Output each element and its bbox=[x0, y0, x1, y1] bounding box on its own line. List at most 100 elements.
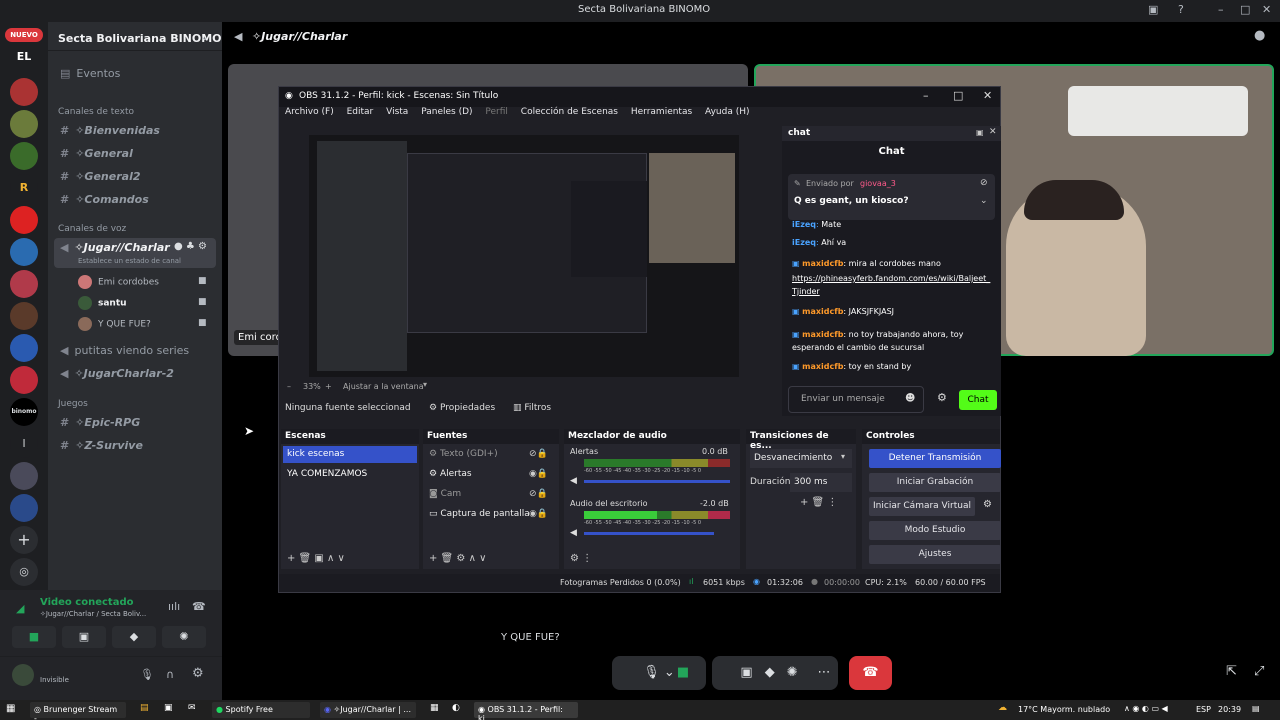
server-icon[interactable]: R bbox=[10, 174, 38, 202]
help-icon[interactable]: ? bbox=[1178, 3, 1184, 16]
menu-herramientas[interactable]: Herramientas bbox=[631, 107, 692, 117]
voice-channel[interactable]: ◀ ✧JugarCharlar-2 bbox=[60, 367, 174, 380]
voice-user[interactable]: santu bbox=[78, 296, 127, 310]
text-channel[interactable]: # ✧Bienvenidas bbox=[60, 124, 160, 137]
chat-user[interactable]: iEzeq bbox=[792, 238, 816, 247]
headphones-icon[interactable]: ∩ bbox=[166, 668, 174, 681]
maximize-icon[interactable]: □ bbox=[1240, 3, 1250, 16]
discover-icon[interactable]: ◎ bbox=[10, 558, 38, 586]
screen-share-button[interactable]: ▣ bbox=[62, 626, 106, 648]
inbox-icon[interactable]: ▣ bbox=[1148, 3, 1158, 16]
chat-user[interactable]: maxidcfb bbox=[802, 330, 843, 339]
scene-item[interactable]: YA COMENZAMOS bbox=[283, 466, 417, 483]
close-icon[interactable]: ✕ bbox=[983, 89, 992, 102]
add-icon[interactable]: + 🗑 ⋮ bbox=[800, 497, 837, 508]
server-name[interactable]: Secta Bolivariana BINOMO bbox=[58, 32, 222, 45]
voice-channel-active[interactable]: ◀ ✧Jugar//Charlar bbox=[60, 241, 170, 254]
taskbar-item[interactable]: ◉ ✧Jugar//Charlar | ... bbox=[320, 702, 416, 718]
server-icon[interactable] bbox=[10, 494, 38, 522]
gear-icon[interactable]: ⚙ bbox=[192, 666, 204, 681]
popout-icon[interactable]: ⇱ bbox=[1226, 664, 1237, 679]
text-channel[interactable]: # ✧General bbox=[60, 147, 133, 160]
store-icon[interactable]: ▣ bbox=[164, 703, 173, 713]
camera-control[interactable]: ■ bbox=[660, 656, 706, 690]
noise-icon[interactable]: ıılı bbox=[168, 600, 180, 613]
screen-share-icon[interactable]: ▣ bbox=[740, 665, 764, 680]
pinned-message[interactable]: ✎ Enviado por giovaa_3 Q es geant, un ki… bbox=[788, 174, 995, 220]
speaker-icon[interactable]: ◀ bbox=[570, 476, 577, 486]
text-channel[interactable]: # ✧Z-Survive bbox=[60, 439, 143, 452]
server-icon[interactable] bbox=[10, 206, 38, 234]
transition-select[interactable]: Desvanecimiento bbox=[750, 449, 852, 468]
more-icon[interactable]: ⋯ bbox=[810, 656, 838, 690]
channel-status-hint[interactable]: Establece un estado de canal bbox=[78, 257, 181, 265]
chat-link[interactable]: https://phineasyferb.fandom.com/es/wiki/… bbox=[792, 272, 992, 298]
volume-slider[interactable] bbox=[584, 532, 714, 535]
tray-icons[interactable]: ∧ ◉ ◐ ▭ ◀ bbox=[1124, 704, 1168, 713]
games-category[interactable]: Juegos bbox=[58, 399, 88, 409]
undock-icon[interactable]: ▣ bbox=[976, 128, 984, 137]
obs-preview[interactable] bbox=[309, 135, 739, 377]
source-item[interactable]: ◙ Cam bbox=[429, 489, 461, 499]
chat-user[interactable]: maxidcfb bbox=[802, 362, 843, 371]
server-icon[interactable] bbox=[10, 270, 38, 298]
start-recording-button[interactable]: Iniciar Grabación bbox=[869, 473, 1001, 492]
activity-button[interactable]: ◆ bbox=[112, 626, 156, 648]
voice-status-subtitle[interactable]: ✧Jugar//Charlar / Secta Boliv... bbox=[40, 610, 146, 618]
stop-stream-button[interactable]: Detener Transmisión bbox=[869, 449, 1001, 468]
notification-icon[interactable]: ▤ bbox=[1252, 704, 1260, 713]
menu-ayuda[interactable]: Ayuda (H) bbox=[705, 107, 749, 117]
minimize-icon[interactable]: – bbox=[1218, 3, 1224, 16]
filters-button[interactable]: ▥ Filtros bbox=[513, 403, 551, 413]
server-icon[interactable] bbox=[10, 302, 38, 330]
settings-button[interactable]: Ajustes bbox=[869, 545, 1001, 564]
text-channel[interactable]: # ✧General2 bbox=[60, 170, 141, 183]
speaker-icon[interactable]: ◀ bbox=[570, 528, 577, 538]
mail-icon[interactable]: ✉ bbox=[188, 703, 196, 713]
visibility-icon[interactable]: ⊘🔒 bbox=[529, 489, 548, 499]
add-icon[interactable]: + 🗑 ▣ ∧ ∨ bbox=[287, 553, 345, 564]
close-icon[interactable]: ✕ bbox=[1262, 3, 1271, 16]
text-channel[interactable]: # ✧Epic-RPG bbox=[60, 416, 140, 429]
advanced-audio-icon[interactable]: ⚙ ⋮ bbox=[570, 553, 592, 564]
add-icon[interactable]: + 🗑 ⚙ ∧ ∨ bbox=[429, 553, 486, 564]
emoji-icon[interactable]: ☻ bbox=[905, 393, 915, 404]
voice-user[interactable]: Emi cordobes bbox=[78, 275, 159, 289]
chevron-down-icon[interactable]: ▾ bbox=[423, 380, 427, 389]
chat-icon[interactable]: ● ♣ ⚙ bbox=[174, 241, 207, 252]
zoom-in-icon[interactable]: + bbox=[325, 382, 332, 391]
calculator-icon[interactable]: ▦ bbox=[430, 703, 439, 713]
steam-icon[interactable]: ◐ bbox=[452, 703, 460, 713]
close-icon[interactable]: ✕ bbox=[989, 127, 997, 137]
fullscreen-icon[interactable]: ⤢ bbox=[1254, 664, 1264, 679]
scene-item-selected[interactable]: kick escenas bbox=[283, 446, 417, 463]
disconnect-icon[interactable]: ☎ bbox=[192, 600, 206, 613]
visibility-icon[interactable]: ⊘🔒 bbox=[529, 449, 548, 459]
studio-mode-button[interactable]: Modo Estudio bbox=[869, 521, 1001, 540]
gear-icon[interactable]: ⚙ bbox=[983, 499, 992, 510]
weather-text[interactable]: 17°C Mayorm. nublado bbox=[1018, 705, 1110, 714]
menu-colecciones[interactable]: Colección de Escenas bbox=[521, 107, 618, 117]
events-link[interactable]: ▤ Eventos bbox=[60, 67, 120, 80]
source-item[interactable]: ⚙ Texto (GDI+) bbox=[429, 449, 498, 459]
chat-bubble-icon[interactable]: ● bbox=[1254, 28, 1265, 43]
server-icon[interactable] bbox=[10, 334, 38, 362]
chat-user[interactable]: iEzeq bbox=[792, 220, 816, 229]
clock[interactable]: 20:39 bbox=[1218, 705, 1241, 714]
add-server-icon[interactable]: + bbox=[10, 526, 38, 554]
hide-icon[interactable]: ⊘ bbox=[980, 178, 988, 188]
server-icon[interactable] bbox=[10, 238, 38, 266]
server-icon[interactable] bbox=[10, 366, 38, 394]
soundboard-button[interactable]: ✺ bbox=[162, 626, 206, 648]
chevron-down-icon[interactable]: ⌄ bbox=[200, 30, 209, 43]
chevron-down-icon[interactable]: ⌄ bbox=[980, 196, 988, 206]
folder-icon[interactable]: ▤ bbox=[140, 703, 149, 713]
visibility-icon[interactable]: ◉🔒 bbox=[529, 469, 548, 479]
server-icon[interactable] bbox=[10, 142, 38, 170]
menu-editar[interactable]: Editar bbox=[347, 107, 374, 117]
voice-category[interactable]: Canales de voz bbox=[58, 224, 126, 234]
minimize-icon[interactable]: – bbox=[923, 89, 929, 102]
taskbar-item[interactable]: ● Spotify Free bbox=[212, 702, 310, 718]
chevron-down-icon[interactable]: ▾ bbox=[841, 452, 845, 461]
properties-button[interactable]: ⚙ Propiedades bbox=[429, 403, 495, 413]
